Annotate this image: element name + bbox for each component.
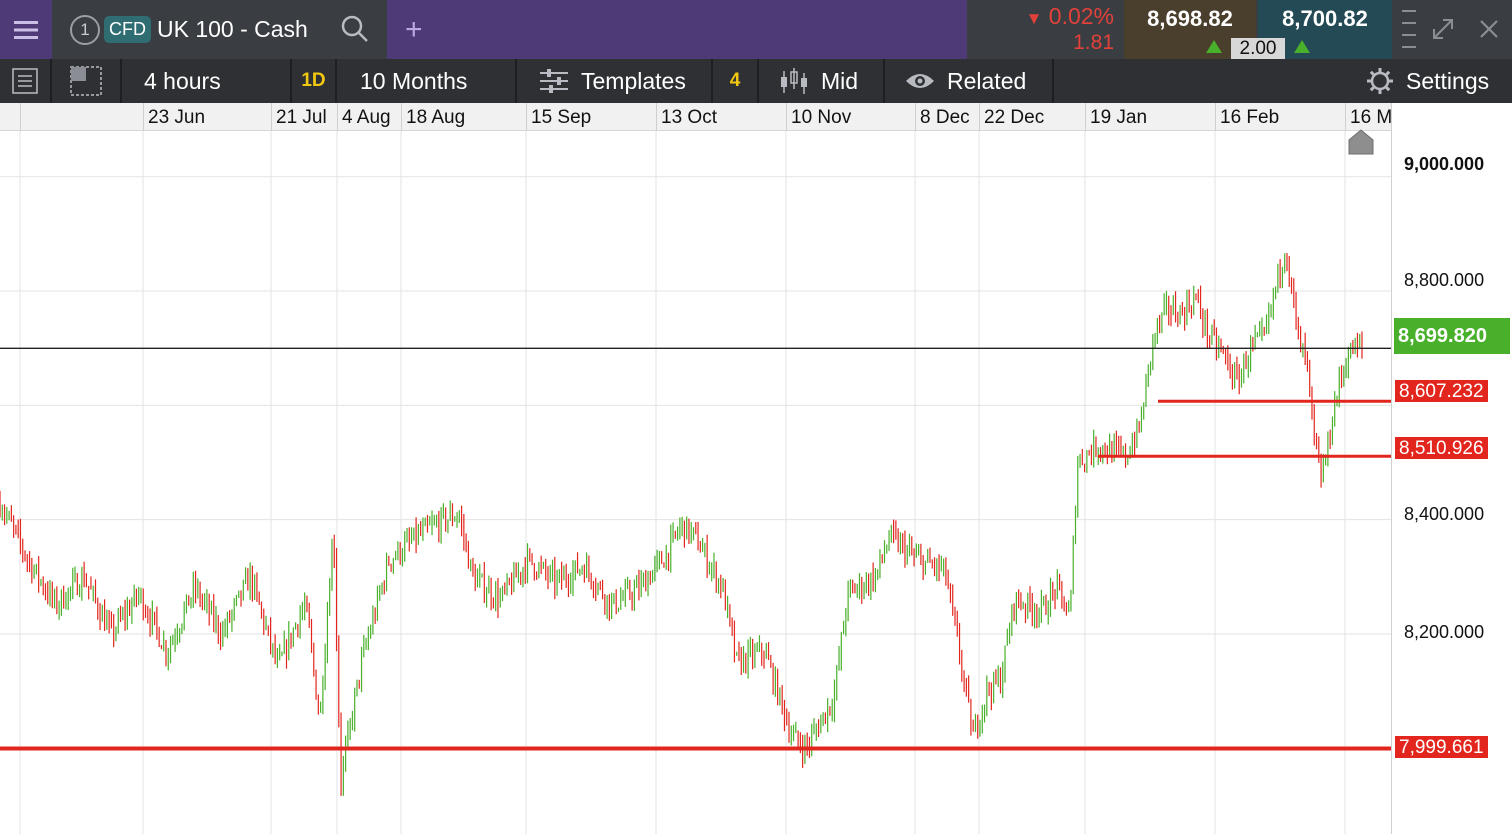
- date-tick: [337, 103, 338, 131]
- interval-label: 4 hours: [144, 67, 221, 94]
- close-icon[interactable]: [1476, 16, 1502, 42]
- y-tick-label: 9,000.000: [1404, 154, 1485, 174]
- date-tick: [1345, 103, 1346, 131]
- date-label: 18 Aug: [406, 107, 466, 128]
- settings-label: Settings: [1406, 67, 1490, 94]
- date-label: 16 Feb: [1220, 107, 1280, 128]
- date-label: 13 Oct: [661, 107, 717, 128]
- range-selector[interactable]: 10 Months: [337, 59, 517, 103]
- templates-count[interactable]: 4: [713, 59, 759, 103]
- instrument-name: UK 100 - Cash: [157, 16, 308, 42]
- date-tick: [143, 103, 144, 131]
- buy-price: 8,700.82: [1282, 6, 1368, 31]
- related-label: Related: [947, 67, 1027, 94]
- related-button[interactable]: Related: [885, 59, 1054, 103]
- spread-value: 2.00: [1231, 38, 1285, 60]
- slot-number-badge: 1: [70, 14, 100, 45]
- y-tick-label: 8,200.000: [1404, 622, 1485, 642]
- date-tick: [271, 103, 272, 131]
- settings-button[interactable]: Settings: [1362, 59, 1512, 103]
- price-change: ▼ 0.02% 1.81: [968, 0, 1122, 59]
- eye-icon: [906, 74, 934, 88]
- timeframe-code-label: 1D: [301, 70, 326, 91]
- date-tick: [979, 103, 980, 131]
- templates-label: Templates: [581, 67, 686, 94]
- price-axis[interactable]: 9,000.000 8,800.000 8,400.000 8,200.000 …: [1391, 103, 1512, 834]
- date-tick: [656, 103, 657, 131]
- chart-toolbar: 4 hours 1D 10 Months Templates 4 Mid Rel…: [0, 59, 1512, 103]
- hamburger-icon: [14, 20, 38, 39]
- candles-icon: [781, 68, 807, 94]
- date-tick: [1215, 103, 1216, 131]
- chart-plot-area[interactable]: [0, 131, 1391, 834]
- date-label: 4 Aug: [342, 107, 391, 128]
- date-label: 23 Jun: [148, 107, 206, 128]
- level-tag[interactable]: 8,607.232: [1394, 379, 1489, 403]
- list-icon: [12, 68, 38, 94]
- price-basis-label: Mid: [821, 67, 859, 94]
- scroll-to-latest-icon[interactable]: [1347, 128, 1375, 156]
- level-tag[interactable]: 8,510.926: [1394, 436, 1489, 460]
- layout-button[interactable]: [52, 59, 122, 103]
- drag-handle-icon[interactable]: [1402, 6, 1416, 54]
- up-arrow-icon: [1206, 40, 1222, 53]
- timeframe-code[interactable]: 1D: [292, 59, 337, 103]
- templates-count-label: 4: [729, 70, 741, 91]
- interval-selector[interactable]: 4 hours: [122, 59, 292, 103]
- add-tab-button[interactable]: +: [405, 14, 423, 45]
- product-type-badge: CFD: [104, 16, 151, 43]
- date-label: 22 Dec: [984, 107, 1045, 128]
- templates-icon: [540, 69, 568, 93]
- sell-price: 8,698.82: [1147, 6, 1233, 31]
- instrument-header: 1 CFD UK 100 - Cash + ▼ 0.02% 1.81 8,698…: [0, 0, 1512, 60]
- level-tag[interactable]: 7,999.661: [1394, 735, 1489, 759]
- tab-strip: +: [387, 0, 967, 59]
- window-controls: [1394, 0, 1512, 59]
- y-tick-label: 8,800.000: [1404, 270, 1485, 290]
- date-tick: [915, 103, 916, 131]
- search-icon[interactable]: [340, 14, 370, 44]
- date-label: 21 Jul: [276, 107, 327, 128]
- y-tick-label: 8,400.000: [1404, 504, 1485, 524]
- date-tick: [20, 103, 21, 131]
- date-tick: [1085, 103, 1086, 131]
- date-label: 19 Jan: [1090, 107, 1148, 128]
- date-label: 15 Sep: [531, 107, 592, 128]
- date-tick: [526, 103, 527, 131]
- change-percent: ▼ 0.02%: [1025, 3, 1114, 29]
- watchlist-button[interactable]: [0, 59, 52, 103]
- date-label: 10 Nov: [791, 107, 852, 128]
- expand-icon[interactable]: [1430, 16, 1456, 42]
- date-label: 8 Dec: [920, 107, 970, 128]
- layout-icon: [70, 66, 102, 96]
- date-tick: [786, 103, 787, 131]
- templates-button[interactable]: Templates: [517, 59, 713, 103]
- change-points: 1.81: [1073, 31, 1114, 54]
- up-arrow-icon: [1294, 40, 1310, 53]
- menu-button[interactable]: [0, 0, 52, 59]
- date-axis[interactable]: 23 Jun 21 Jul 4 Aug 18 Aug 15 Sep 13 Oct 10 No…: [0, 103, 1409, 131]
- candlestick-plot[interactable]: [0, 131, 1391, 834]
- range-label: 10 Months: [360, 67, 468, 94]
- gear-icon: [1367, 68, 1393, 94]
- current-price-tag: 8,699.820: [1394, 318, 1510, 354]
- price-basis-selector[interactable]: Mid: [759, 59, 885, 103]
- trading-chart-window: 1 CFD UK 100 - Cash + ▼ 0.02% 1.81 8,698…: [0, 0, 1512, 834]
- date-tick: [401, 103, 402, 131]
- instrument-tab[interactable]: 1 CFD UK 100 - Cash: [54, 0, 385, 59]
- down-arrow-icon: ▼: [1025, 9, 1043, 28]
